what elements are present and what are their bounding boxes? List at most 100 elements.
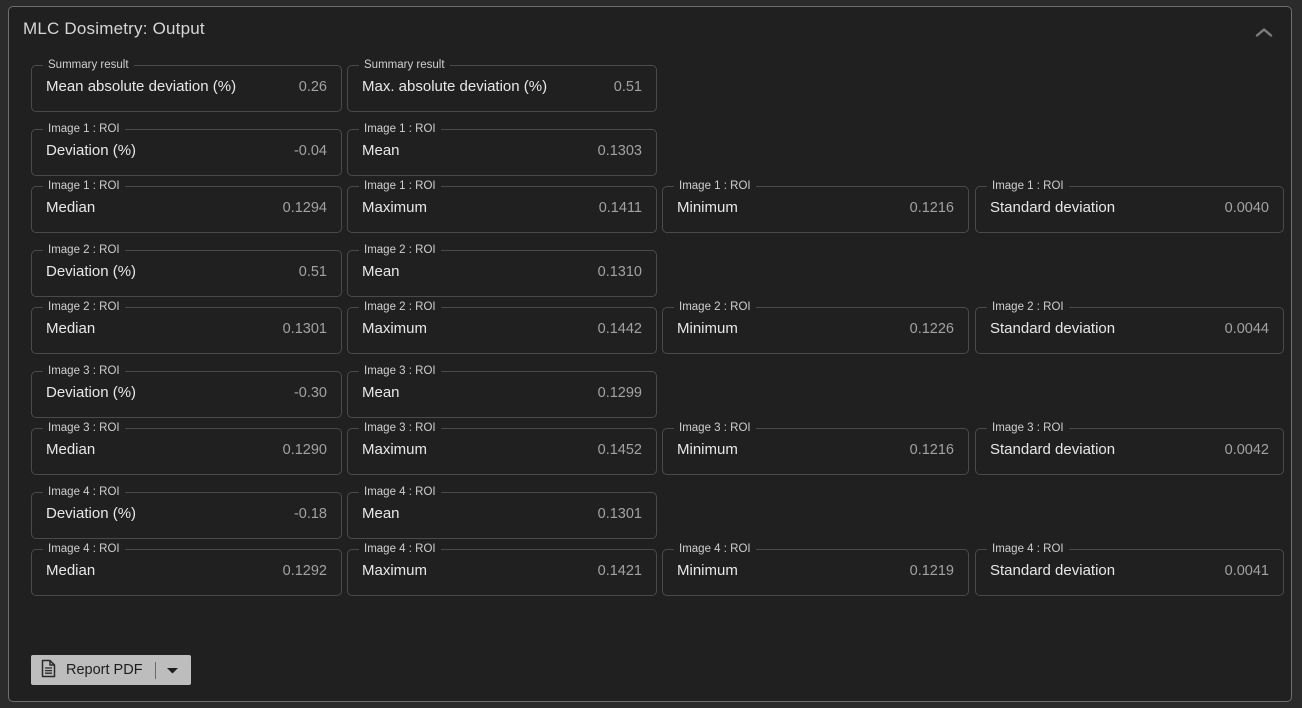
field-label: Mean	[362, 142, 400, 159]
field-value: 0.0044	[1224, 321, 1269, 337]
field-label: Standard deviation	[990, 320, 1116, 337]
result-field-card: Image 4 : ROI Standard deviation 0.0041	[975, 542, 1284, 596]
result-field-card: Image 3 : ROI Minimum 0.1216	[662, 421, 969, 475]
field-legend: Image 2 : ROI	[43, 300, 125, 314]
field-value: 0.1292	[282, 563, 327, 579]
result-field-card: Image 1 : ROI Maximum 0.1411	[347, 179, 657, 233]
field-value: 0.1452	[597, 442, 642, 458]
field-label: Standard deviation	[990, 441, 1116, 458]
field-label: Standard deviation	[990, 562, 1116, 579]
field-value: 0.1421	[597, 563, 642, 579]
field-label: Median	[46, 441, 96, 458]
field-label: Mean	[362, 263, 400, 280]
field-label: Deviation (%)	[46, 384, 137, 401]
caret-down-icon[interactable]	[166, 663, 179, 678]
field-legend: Image 3 : ROI	[359, 421, 441, 435]
field-value: 0.0042	[1224, 442, 1269, 458]
field-value: 0.1294	[282, 200, 327, 216]
page-title: MLC Dosimetry: Output	[23, 19, 205, 38]
field-legend: Image 1 : ROI	[359, 179, 441, 193]
result-field-card: Image 1 : ROI Minimum 0.1216	[662, 179, 969, 233]
panel-footer: Report PDF	[31, 655, 191, 685]
field-value: 0.1226	[909, 321, 954, 337]
field-legend: Image 2 : ROI	[359, 243, 441, 257]
field-label: Minimum	[677, 441, 738, 458]
result-row: Summary result Mean absolute deviation (%…	[23, 55, 1281, 112]
result-field-card: Image 3 : ROI Maximum 0.1452	[347, 421, 657, 475]
field-legend: Summary result	[43, 58, 134, 72]
result-field-card: Image 1 : ROI Deviation (%) -0.04	[31, 122, 342, 176]
button-separator	[154, 661, 156, 679]
field-legend: Image 3 : ROI	[43, 364, 125, 378]
field-value: 0.1301	[282, 321, 327, 337]
field-label: Mean	[362, 384, 400, 401]
result-field-card: Image 2 : ROI Mean 0.1310	[347, 243, 657, 297]
field-legend: Image 1 : ROI	[43, 179, 125, 193]
field-label: Mean	[362, 505, 400, 522]
result-field-card: Image 2 : ROI Minimum 0.1226	[662, 300, 969, 354]
result-row: Image 4 : ROI Median 0.1292 Image 4 : ROI Ma…	[23, 539, 1284, 596]
field-value: 0.1299	[597, 385, 642, 401]
report-pdf-label: Report PDF	[66, 662, 143, 678]
result-field-card: Image 4 : ROI Minimum 0.1219	[662, 542, 969, 596]
field-legend: Image 3 : ROI	[987, 421, 1069, 435]
field-legend: Image 1 : ROI	[43, 122, 125, 136]
field-legend: Image 4 : ROI	[674, 542, 756, 556]
result-field-card: Image 4 : ROI Maximum 0.1421	[347, 542, 657, 596]
result-row: Image 3 : ROI Median 0.1290 Image 3 : ROI Ma…	[23, 418, 1284, 475]
field-value: 0.1216	[909, 200, 954, 216]
result-field-card: Image 1 : ROI Mean 0.1303	[347, 122, 657, 176]
result-field-card: Image 3 : ROI Median 0.1290	[31, 421, 342, 475]
field-value: -0.04	[293, 143, 327, 159]
field-label: Median	[46, 320, 96, 337]
field-legend: Image 1 : ROI	[987, 179, 1069, 193]
result-field-card: Image 3 : ROI Standard deviation 0.0042	[975, 421, 1284, 475]
field-value: 0.1219	[909, 563, 954, 579]
result-field-card: Image 3 : ROI Mean 0.1299	[347, 364, 657, 418]
field-value: 0.1290	[282, 442, 327, 458]
field-value: 0.51	[298, 264, 327, 280]
result-field-card: Image 2 : ROI Deviation (%) 0.51	[31, 243, 342, 297]
field-label: Minimum	[677, 199, 738, 216]
field-value: -0.18	[293, 506, 327, 522]
panel-header: MLC Dosimetry: Output	[9, 7, 1291, 55]
field-legend: Image 3 : ROI	[43, 421, 125, 435]
result-row: Image 4 : ROI Deviation (%) -0.18 Image 4 :…	[23, 482, 1281, 539]
field-value: 0.0040	[1224, 200, 1269, 216]
result-field-card: Summary result Max. absolute deviation (%…	[347, 58, 657, 112]
result-field-card: Image 2 : ROI Median 0.1301	[31, 300, 342, 354]
field-label: Maximum	[362, 562, 428, 579]
field-legend: Image 1 : ROI	[359, 122, 441, 136]
field-value: 0.51	[613, 79, 642, 95]
collapse-panel-button[interactable]	[1249, 21, 1279, 47]
results-grid: Summary result Mean absolute deviation (%…	[23, 55, 1284, 596]
field-legend: Image 1 : ROI	[674, 179, 756, 193]
field-value: 0.26	[298, 79, 327, 95]
field-legend: Summary result	[359, 58, 450, 72]
field-label: Deviation (%)	[46, 263, 137, 280]
field-legend: Image 3 : ROI	[359, 364, 441, 378]
field-legend: Image 2 : ROI	[43, 243, 125, 257]
field-legend: Image 2 : ROI	[359, 300, 441, 314]
field-value: 0.1303	[597, 143, 642, 159]
result-field-card: Image 1 : ROI Median 0.1294	[31, 179, 342, 233]
report-pdf-button[interactable]: Report PDF	[31, 655, 191, 685]
field-value: -0.30	[293, 385, 327, 401]
result-field-card: Image 4 : ROI Deviation (%) -0.18	[31, 485, 342, 539]
field-label: Median	[46, 562, 96, 579]
field-legend: Image 4 : ROI	[359, 542, 441, 556]
result-row: Image 1 : ROI Deviation (%) -0.04 Image 1 :…	[23, 119, 1281, 176]
result-field-card: Image 3 : ROI Deviation (%) -0.30	[31, 364, 342, 418]
field-value: 0.0041	[1224, 563, 1269, 579]
field-label: Deviation (%)	[46, 505, 137, 522]
field-label: Deviation (%)	[46, 142, 137, 159]
field-label: Maximum	[362, 320, 428, 337]
result-field-card: Image 4 : ROI Mean 0.1301	[347, 485, 657, 539]
field-legend: Image 2 : ROI	[674, 300, 756, 314]
field-label: Maximum	[362, 441, 428, 458]
field-value: 0.1216	[909, 442, 954, 458]
field-legend: Image 2 : ROI	[987, 300, 1069, 314]
document-icon	[40, 659, 57, 681]
result-row: Image 3 : ROI Deviation (%) -0.30 Image 3 :…	[23, 361, 1281, 418]
field-label: Mean absolute deviation (%)	[46, 78, 237, 95]
